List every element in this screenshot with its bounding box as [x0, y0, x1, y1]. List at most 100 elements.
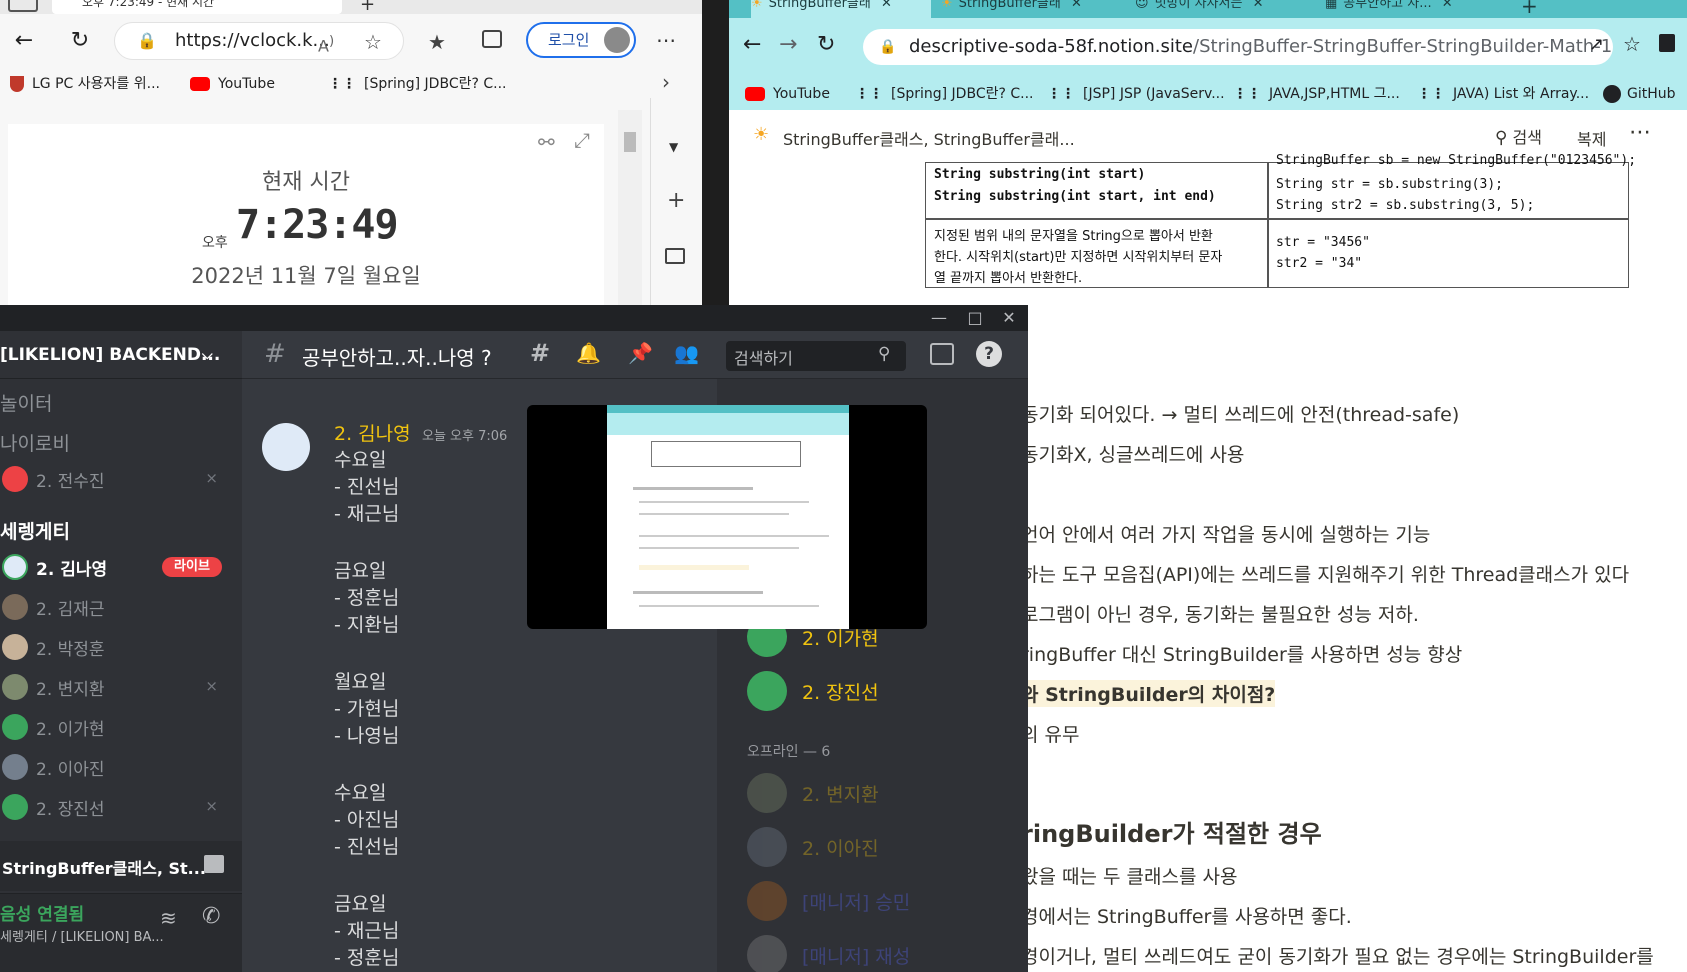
- edge-tab-vclock[interactable]: 오후 7:23:49 - 현재 시간: [52, 0, 342, 14]
- share-icon[interactable]: ⚯: [538, 130, 555, 154]
- thumbnail-text: [639, 547, 799, 549]
- refresh-icon[interactable]: ↻: [62, 23, 98, 59]
- notion-page-title[interactable]: StringBuffer클래스, StringBuffer클래...: [783, 126, 1075, 150]
- threads-icon[interactable]: #: [530, 339, 550, 367]
- bookmark-label: [JSP] JSP (JavaServ...: [1083, 86, 1225, 102]
- voice-user[interactable]: 2. 전수진 ⨯: [0, 463, 236, 495]
- duplicate-button[interactable]: 복제: [1577, 126, 1606, 150]
- member-name: [매니저] 재성: [802, 946, 911, 968]
- bookmark-jsp[interactable]: ⋮⋮ [JSP] JSP (JavaServ...: [1047, 84, 1225, 104]
- voice-channel-serengeti[interactable]: 세렝게티: [0, 517, 70, 544]
- add-favorite-icon[interactable]: ☆: [364, 30, 382, 54]
- help-icon[interactable]: ?: [976, 341, 1002, 367]
- bookmark-star-icon[interactable]: ☆: [1623, 32, 1641, 56]
- table-result-2: str2 = "34": [1276, 256, 1363, 271]
- close-icon[interactable]: ✕: [994, 307, 1024, 329]
- voice-user[interactable]: 2. 김나영 라이브: [0, 551, 236, 583]
- bookmark-spring[interactable]: ⋮⋮ [Spring] JDBC란? C...: [855, 84, 1033, 104]
- bookmark-youtube[interactable]: YouTube: [190, 74, 275, 94]
- chrome-omnibox[interactable]: 🔒 descriptive-soda-58f.notion.site/Strin…: [863, 29, 1613, 65]
- voice-user-name: 2. 이아진: [36, 760, 105, 780]
- members-icon[interactable]: 👥: [674, 341, 699, 365]
- member-item[interactable]: 2. 변지환: [747, 771, 1017, 815]
- maximize-icon[interactable]: □: [960, 307, 990, 329]
- more-menu-icon[interactable]: ⋯: [656, 28, 676, 52]
- chrome-tab-3[interactable]: ☺ 빗방이 자자서는 ✕: [1135, 0, 1315, 18]
- favorites-icon[interactable]: ★: [428, 30, 446, 54]
- search-input[interactable]: 검색하기 ⚲: [726, 341, 906, 371]
- member-name: 2. 장진선: [802, 682, 879, 704]
- voice-user[interactable]: 2. 이아진: [0, 751, 236, 783]
- bell-icon[interactable]: 🔔: [576, 341, 601, 365]
- bookmark-java-list[interactable]: ⋮⋮ JAVA) List 와 Array...: [1417, 84, 1589, 104]
- close-icon[interactable]: ✕: [1071, 0, 1082, 11]
- dots-icon: ⋮⋮: [1047, 86, 1075, 102]
- search-icon: ⚲: [878, 344, 891, 364]
- voice-user[interactable]: 2. 이가현: [0, 711, 236, 743]
- stream-preview-popup[interactable]: [527, 405, 927, 629]
- pin-icon[interactable]: 📌: [628, 341, 653, 365]
- voice-user[interactable]: 2. 변지환 ⨯: [0, 671, 236, 703]
- notion-star-icon: ☀: [753, 124, 770, 145]
- thumbnail-text: [633, 591, 763, 594]
- page-scrollbar[interactable]: [618, 110, 642, 305]
- voice-channel-nairobi[interactable]: 나이로비: [0, 429, 70, 456]
- doc-text-line: 경에서는 StringBuffer를 사용하면 좋다.: [1021, 906, 1352, 928]
- disconnect-icon[interactable]: ✆: [202, 904, 220, 929]
- notion-star-icon: ☀: [751, 0, 763, 11]
- fullscreen-icon[interactable]: ⤢: [574, 128, 590, 152]
- more-menu-icon[interactable]: ⋯: [1629, 120, 1651, 145]
- close-icon[interactable]: ✕: [1253, 0, 1264, 11]
- noise-suppression-icon[interactable]: ≋: [160, 906, 177, 930]
- bookmark-github[interactable]: GitHub: [1603, 84, 1676, 104]
- bookmark-java-jsp[interactable]: ⋮⋮ JAVA,JSP,HTML 그...: [1233, 84, 1400, 104]
- collections-icon[interactable]: [482, 30, 502, 48]
- bookmark-youtube[interactable]: YouTube: [745, 84, 830, 104]
- bookmark-lg[interactable]: LG PC 사용자를 위...: [10, 74, 160, 94]
- forward-arrow-icon[interactable]: →: [779, 32, 797, 57]
- stop-stream-icon[interactable]: [204, 855, 224, 873]
- close-icon[interactable]: ✕: [881, 0, 892, 11]
- close-icon[interactable]: ✕: [1442, 0, 1453, 11]
- tab-title: 빗방이 자자서는: [1154, 0, 1243, 11]
- inbox-icon[interactable]: [930, 343, 954, 365]
- stream-panel[interactable]: StringBuffer클래스, St...: [0, 841, 242, 891]
- member-item[interactable]: [매니저] 재성: [747, 933, 1017, 972]
- extensions-icon[interactable]: [1659, 34, 1675, 52]
- refresh-icon[interactable]: ↻: [817, 32, 835, 57]
- tab-actions-icon[interactable]: [8, 0, 38, 12]
- minimize-icon[interactable]: —: [924, 307, 954, 329]
- edge-address-bar[interactable]: 🔒 https://vclock.k...: [114, 22, 404, 60]
- notion-search-button[interactable]: ⚲ 검색: [1495, 124, 1542, 148]
- lg-shield-icon: [10, 76, 24, 92]
- share-icon[interactable]: ↗: [1589, 34, 1604, 55]
- back-arrow-icon[interactable]: ←: [6, 23, 42, 59]
- new-tab-icon[interactable]: +: [1521, 0, 1538, 18]
- chevron-right-icon[interactable]: ›: [662, 70, 670, 94]
- read-aloud-icon[interactable]: A): [318, 34, 334, 55]
- bookmark-spring[interactable]: ⋮⋮ [Spring] JDBC란? C...: [328, 74, 506, 94]
- chevron-down-icon[interactable]: ▼: [669, 140, 678, 154]
- doc-highlight-line: 와 StringBuilder의 차이점?: [1021, 680, 1276, 707]
- scroll-thumb[interactable]: [624, 132, 636, 152]
- server-header[interactable]: [LIKELION] BACKEND... ⌵: [0, 331, 242, 379]
- message-author[interactable]: 2. 김나영: [334, 419, 411, 446]
- member-item[interactable]: 2. 장진선: [747, 669, 1017, 713]
- voice-user[interactable]: 2. 장진선 ⨯: [0, 791, 236, 823]
- chrome-tab-2[interactable]: ☀ StringBuffer클래 ✕: [941, 0, 1121, 18]
- chrome-tab-4[interactable]: ▦ 공부안하고 자... ✕: [1325, 0, 1505, 18]
- voice-user[interactable]: 2. 박정훈: [0, 631, 236, 663]
- tab-title: StringBuffer클래: [768, 0, 871, 11]
- exit-sidebar-icon[interactable]: [665, 248, 685, 264]
- voice-user[interactable]: 2. 김재근: [0, 591, 236, 623]
- new-tab-icon[interactable]: +: [360, 0, 375, 15]
- back-arrow-icon[interactable]: ←: [743, 32, 761, 57]
- chrome-tab-1[interactable]: ☀ StringBuffer클래 ✕: [751, 0, 931, 18]
- add-icon[interactable]: +: [667, 188, 685, 213]
- doc-text-line: 로그램이 아닌 경우, 동기화는 불필요한 성능 저하.: [1021, 604, 1419, 626]
- voice-channel-playground[interactable]: 놀이터: [0, 389, 52, 416]
- login-button[interactable]: 로그인: [526, 22, 636, 58]
- member-item[interactable]: [매니저] 승민: [747, 879, 1017, 923]
- message-line: - 진선님: [334, 836, 400, 858]
- member-item[interactable]: 2. 이아진: [747, 825, 1017, 869]
